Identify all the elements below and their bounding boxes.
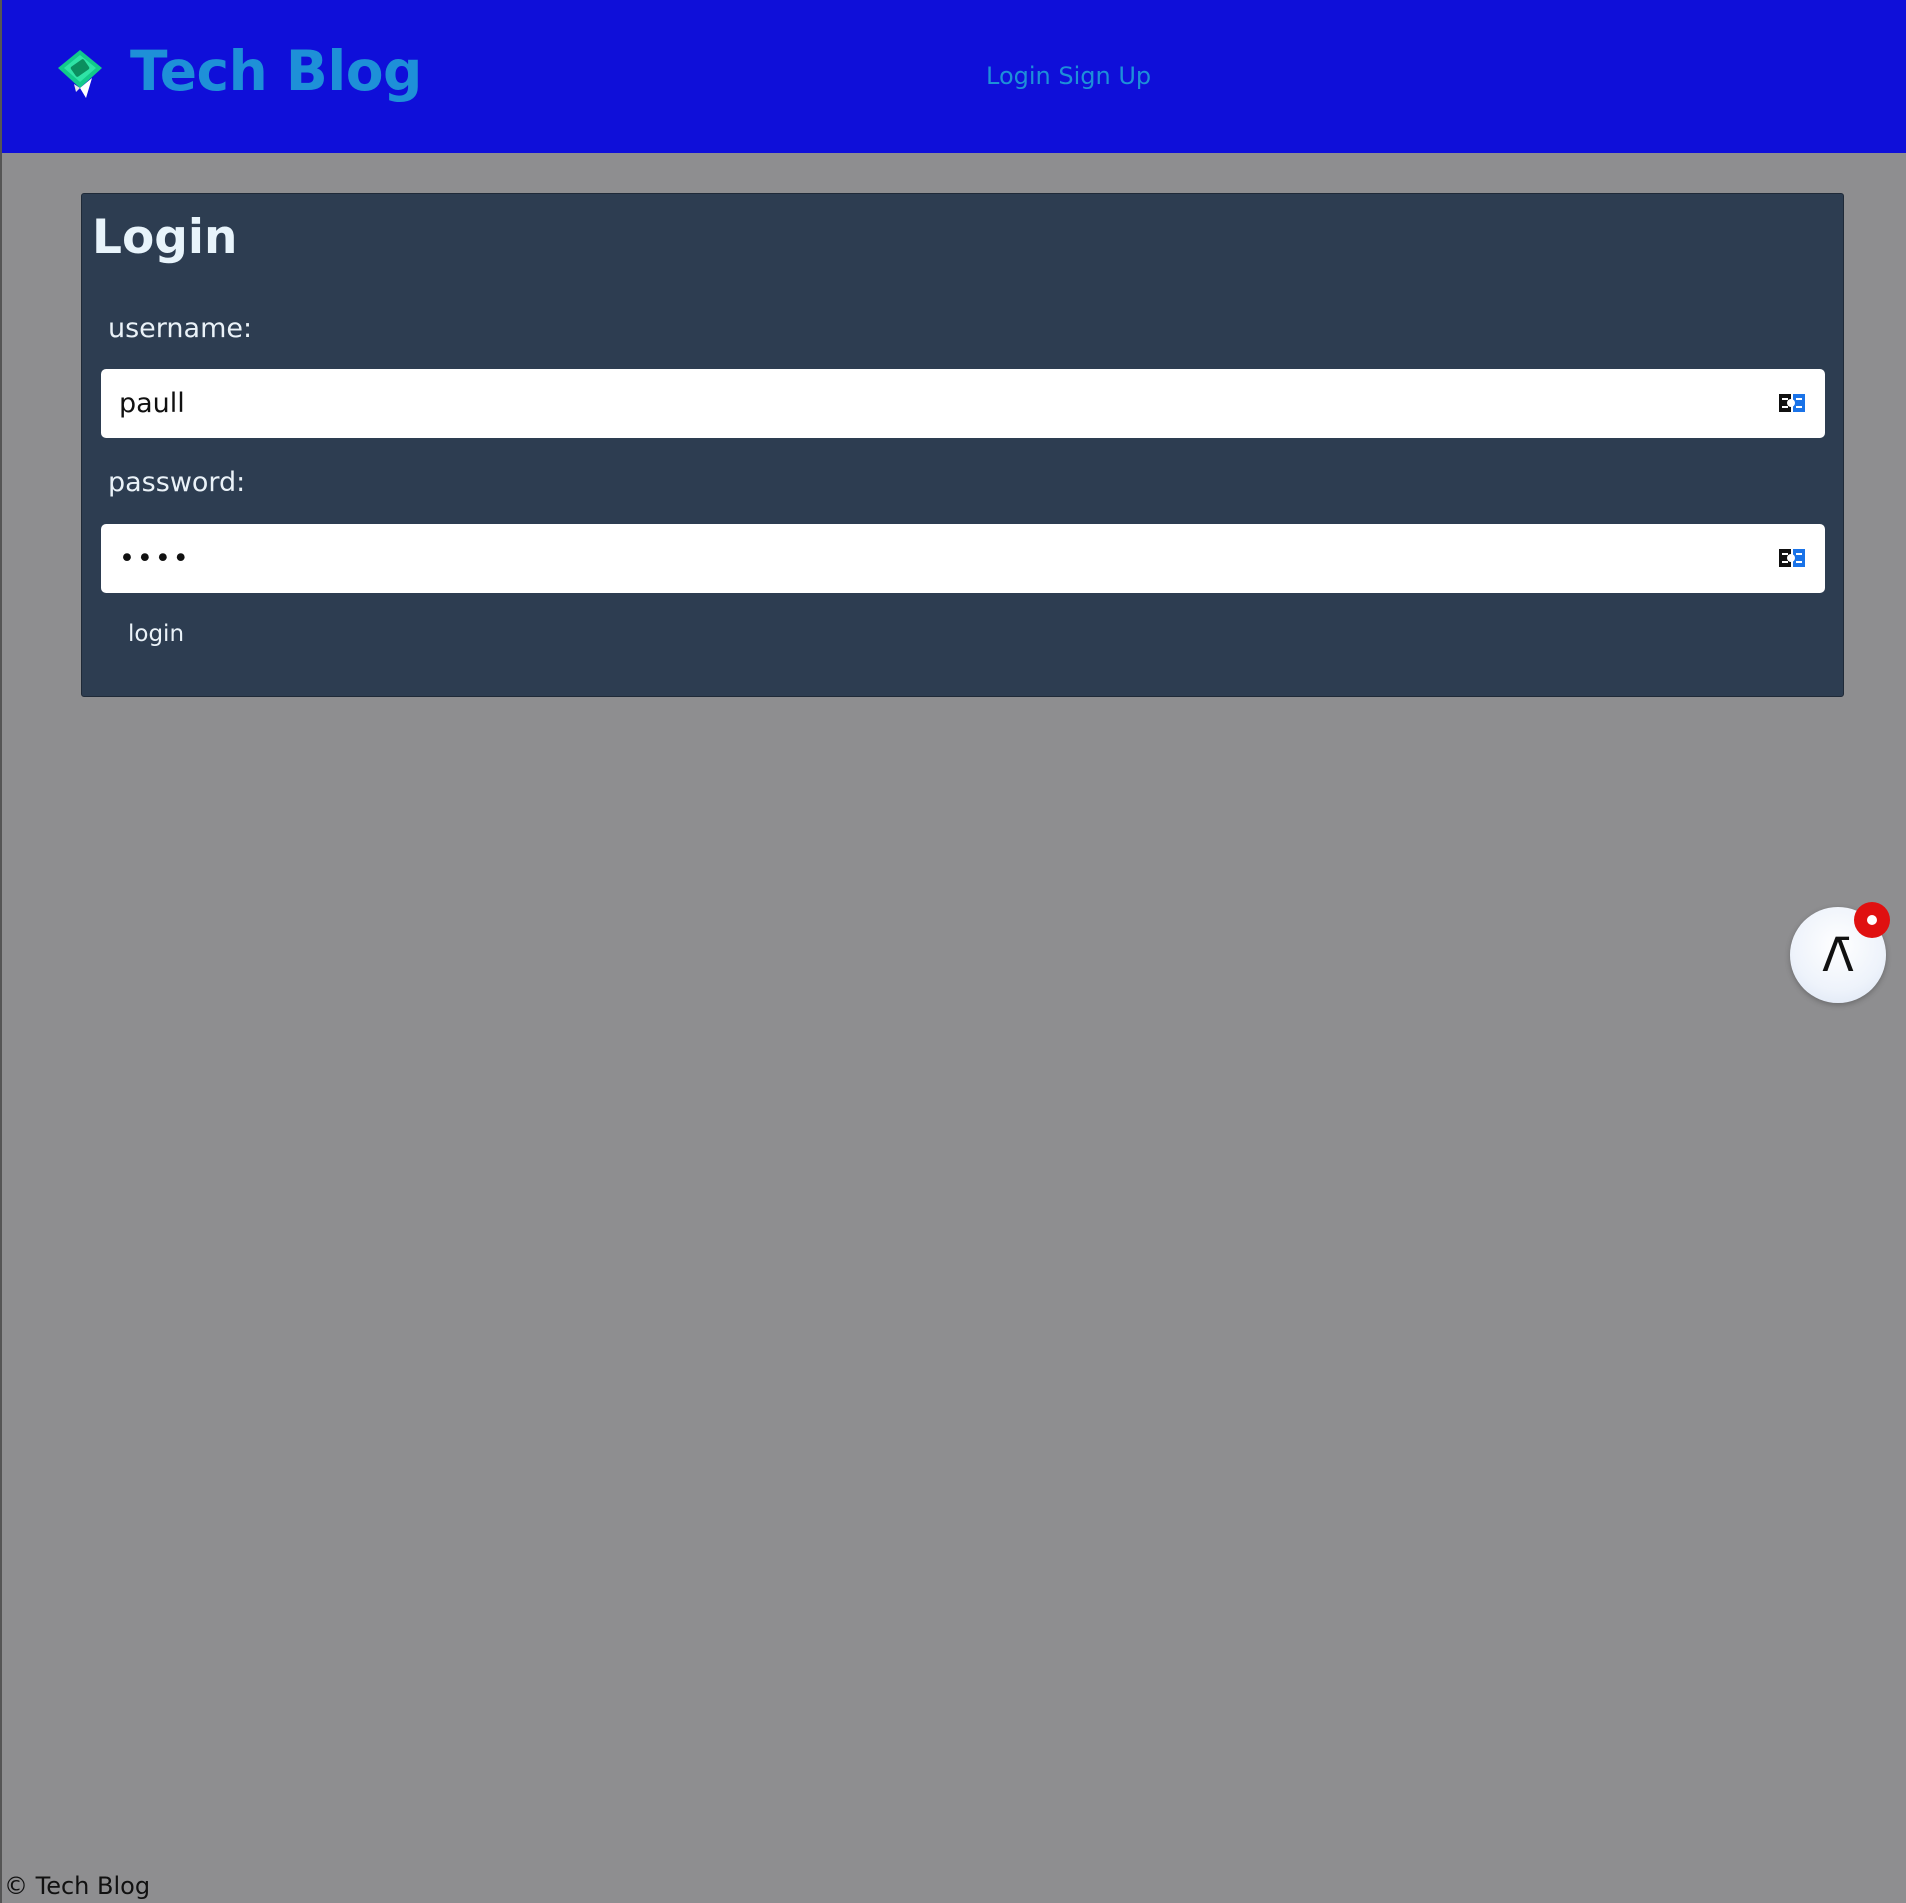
site-footer: © Tech Blog [4,1872,151,1900]
nav-signup-link[interactable]: Sign Up [1058,62,1151,90]
site-header: Tech Blog Login Sign Up [2,0,1906,153]
notification-dot-icon [1854,902,1890,938]
username-field-wrap [101,369,1825,438]
main-nav: Login Sign Up [986,60,1151,92]
username-input[interactable] [101,369,1751,438]
login-button[interactable]: login [128,619,184,649]
money-card-icon[interactable] [52,44,108,100]
password-field-wrap [101,524,1825,593]
login-title: Login [92,210,238,265]
nav-login-link[interactable]: Login [986,62,1051,90]
password-input[interactable] [101,524,1751,593]
password-label: password: [108,467,246,498]
site-title[interactable]: Tech Blog [130,36,422,106]
login-card: Login username: password: login [81,193,1844,697]
password-manager-icon[interactable] [1779,392,1805,414]
username-label: username: [108,313,253,344]
password-manager-icon[interactable] [1779,547,1805,569]
